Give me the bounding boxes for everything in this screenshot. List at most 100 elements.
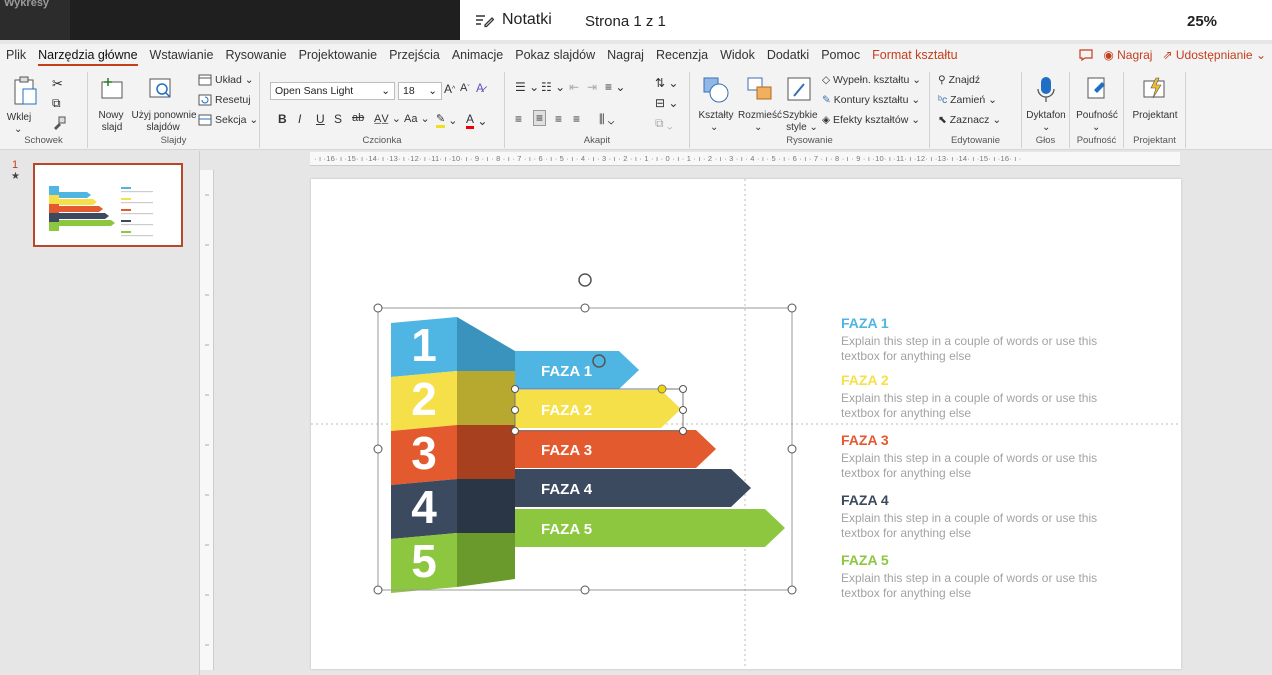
shadow-button[interactable]: S [334,112,342,126]
tab-file[interactable]: Plik [0,48,32,62]
tab-view[interactable]: Widok [714,48,761,62]
dictate-label[interactable]: Dyktafon [1022,110,1070,121]
step-diagram[interactable]: 1 FAZA 1 2 FAZA 2 3 FAZA 3 4 FAZA 4 5 FAZA 5 [391,317,785,593]
record-button[interactable]: ◉ Nagraj [1103,48,1152,62]
replace-button[interactable]: ᵇc Zamień ⌄ [938,94,997,106]
window-tab-label: Wykresy [4,0,50,9]
microphone-icon[interactable] [1036,76,1056,104]
underline-button[interactable]: U [316,112,325,126]
align-right-button[interactable]: ≡ [555,112,562,126]
decrease-indent-button[interactable]: ⇤ [569,80,579,94]
share-button[interactable]: ⇗ Udostępnianie ⌄ [1162,48,1266,62]
new-slide-label-1[interactable]: Nowy [94,110,128,121]
find-label: Znajdź [948,74,981,86]
slide-thumbnail[interactable] [33,163,183,247]
justify-button[interactable]: ≡ [573,112,580,126]
tab-home[interactable]: Narzędzia główne [32,48,143,67]
smartart-button[interactable]: ⧉ ⌄ [655,116,673,131]
phase-description-2[interactable]: Explain this step in a couple of words o… [841,391,1131,421]
tab-transitions[interactable]: Przejścia [383,48,446,62]
vertical-ruler[interactable] [200,170,214,670]
align-center-button[interactable]: ≡ [533,110,547,126]
align-left-button[interactable]: ≡ [515,112,522,126]
resize-handle-4 [373,444,383,454]
italic-button[interactable]: I [298,112,301,126]
reuse-slides-label-2[interactable]: slajdów [138,122,188,133]
zoom-level[interactable]: 25% [1187,13,1217,30]
font-size-select[interactable]: 18 ⌄ [398,82,442,100]
quick-styles-label-2[interactable]: style ⌄ [782,122,822,133]
reuse-slides-icon[interactable] [148,76,174,102]
paste-icon[interactable] [12,76,38,106]
font-name-select[interactable]: Open Sans Light ⌄ [270,82,395,100]
grow-font-button[interactable]: A ^ [444,82,455,96]
clear-format-icon[interactable]: A̷ [476,81,484,95]
strikethrough-button[interactable]: ab [352,112,364,124]
voice-group: Dyktafon ⌄ Głos [1022,72,1070,148]
phase-description-5[interactable]: Explain this step in a couple of words o… [841,571,1131,601]
increase-indent-button[interactable]: ⇥ [587,80,597,94]
designer-icon[interactable] [1142,76,1168,102]
shape-outline-button[interactable]: ✎ Kontury kształtu ⌄ [822,94,920,106]
tab-draw[interactable]: Rysowanie [219,48,292,62]
text-direction-button[interactable]: ⇅ ⌄ [655,76,678,90]
tab-slideshow[interactable]: Pokaz slajdów [509,48,601,62]
cut-icon[interactable]: ✂ [52,76,63,92]
align-text-button[interactable]: ⊟ ⌄ [655,96,678,110]
tab-animations[interactable]: Animacje [446,48,509,62]
phase-description-1[interactable]: Explain this step in a couple of words o… [841,334,1131,364]
shape-effects-label: Efekty kształtów [833,114,909,126]
window-tab[interactable]: Wykresy [0,0,70,40]
slide-canvas[interactable]: 1 FAZA 1 2 FAZA 2 3 FAZA 3 4 FAZA 4 5 FAZA 5 FAZA… [311,179,1181,669]
paste-dropdown-icon[interactable]: ⌄ [14,124,22,135]
find-button[interactable]: ⚲ Znajdź [938,74,980,86]
reset-button[interactable]: Resetuj [198,94,251,106]
tab-shape-format[interactable]: Format kształtu [866,48,963,62]
shapes-label[interactable]: Kształty [696,110,736,121]
highlight-button[interactable]: ✎ ⌄ [436,112,458,128]
horizontal-ruler[interactable]: · ı ·16· ı ·15· ı ·14· ı ·13· ı ·12· ı ·… [310,152,1180,166]
drawing-group-label: Rysowanie [786,135,833,146]
font-name-chevron-icon: ⌄ [381,85,390,97]
tab-design[interactable]: Projektowanie [293,48,384,62]
paste-label[interactable]: Wklej [4,112,34,123]
format-painter-icon[interactable] [52,116,66,130]
designer-group-label: Projektant [1133,135,1176,146]
font-color-button[interactable]: A ⌄ [466,112,487,129]
new-slide-label-2[interactable]: slajd [92,122,132,133]
bold-button[interactable]: B [278,112,287,126]
section-button[interactable]: Sekcja ⌄ [198,114,258,126]
new-slide-icon[interactable] [100,76,126,102]
shrink-font-button[interactable]: Aˇ [460,82,470,94]
quick-styles-label-1[interactable]: Szybkie [780,110,820,121]
copy-icon[interactable]: ⧉ [52,96,61,111]
reuse-slides-label-1[interactable]: Użyj ponownie [124,110,204,121]
tab-addins[interactable]: Dodatki [761,48,815,62]
phase-description-3[interactable]: Explain this step in a couple of words o… [841,451,1131,481]
phase-description-4[interactable]: Explain this step in a couple of words o… [841,511,1131,541]
arrange-label[interactable]: Rozmieść [736,110,784,121]
sensitivity-label[interactable]: Poufność [1070,110,1124,121]
tab-insert[interactable]: Wstawianie [144,48,220,62]
numbering-button[interactable]: ☷ ⌄ [541,80,565,94]
shape-fill-button[interactable]: ◇ Wypełn. kształtu ⌄ [822,74,921,86]
thumbnail-pane: 1 ★ [0,151,200,675]
tab-help[interactable]: Pomoc [815,48,866,62]
columns-button[interactable]: ⫼ ⌄ [599,112,614,127]
tab-record[interactable]: Nagraj [601,48,650,62]
notes-button[interactable]: Notatki [474,11,552,29]
comment-icon[interactable] [1079,49,1093,61]
designer-label[interactable]: Projektant [1124,110,1186,121]
sensitivity-icon[interactable] [1086,76,1108,102]
select-button[interactable]: ⬉ Zaznacz ⌄ [938,114,1001,126]
layout-button[interactable]: Układ ⌄ [198,74,254,86]
tab-review[interactable]: Recenzja [650,48,714,62]
change-case-button[interactable]: Aa ⌄ [404,112,430,125]
arrange-icon[interactable] [746,76,774,104]
quick-styles-icon[interactable] [786,76,814,104]
bullets-button[interactable]: ☰ ⌄ [515,80,539,94]
char-spacing-button[interactable]: A̲V̲ ⌄ [374,112,401,125]
shapes-icon[interactable] [702,76,730,104]
shape-effects-button[interactable]: ◈ Efekty kształtów ⌄ [822,114,920,126]
line-spacing-button[interactable]: ≡ ⌄ [605,80,625,94]
